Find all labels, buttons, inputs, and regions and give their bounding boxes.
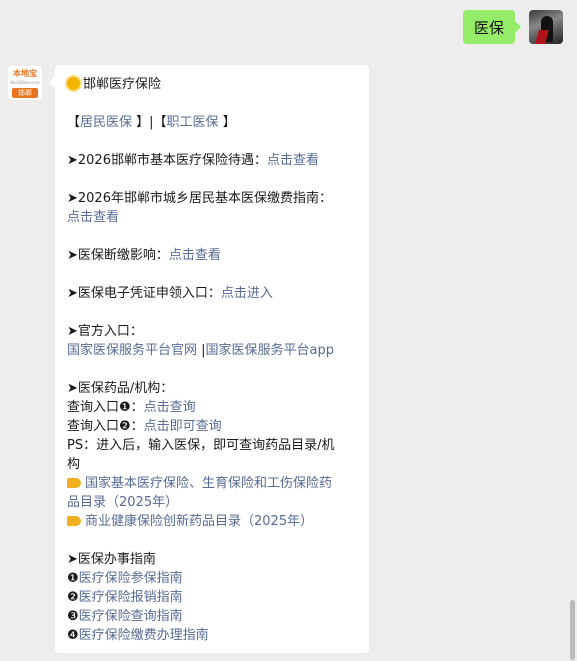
number-badge: ❸	[67, 609, 79, 624]
bracket-text: 【	[67, 115, 81, 130]
section-lapse-impact: ➤医保断缴影响：点击查看	[67, 246, 357, 265]
number-badge: ❹	[67, 628, 79, 643]
query-label: 查询入口❶：	[67, 400, 144, 415]
query-label: 查询入口❷：	[67, 419, 144, 434]
number-badge: ❷	[67, 590, 79, 605]
employee-insurance-link[interactable]: 职工医保	[167, 115, 219, 130]
official-website-link[interactable]: 国家医保服务平台官网	[67, 343, 197, 358]
outgoing-message-bubble[interactable]: 医保	[463, 10, 521, 44]
user-avatar[interactable]	[529, 10, 563, 44]
inquiry-guide-link[interactable]: 医疗保险查询指南	[79, 609, 183, 624]
message-title: 邯郸医疗保险	[83, 77, 162, 92]
official-app-link[interactable]: 国家医保服务平台app	[206, 343, 334, 358]
national-drug-list-link-cont[interactable]: 品目录（2025年）	[67, 495, 178, 510]
ps-note-cont: 构	[67, 457, 81, 472]
avatar-city-badge: 邯郸	[12, 88, 38, 98]
commercial-drug-list-link[interactable]: 商业健康保险创新药品目录（2025年）	[85, 514, 313, 529]
insurance-type-row: 【居民医保 】|【职工医保 】	[67, 113, 357, 132]
message-title-row: 邯郸医疗保险	[67, 75, 357, 94]
section-service-guide: ➤医保办事指南	[67, 550, 357, 569]
official-account-avatar[interactable]: 本地宝 BenDiBao.com 邯郸	[8, 66, 42, 100]
section-label: ➤医保电子凭证申领入口：	[67, 286, 221, 301]
number-badge: ❶	[67, 571, 79, 586]
section-payment-guide: ➤2026年邯郸市城乡居民基本医保缴费指南：	[67, 189, 357, 208]
section-label: ➤医保断缴影响：	[67, 248, 169, 263]
avatar-logo-text: 本地宝	[13, 69, 37, 78]
enrollment-guide-link[interactable]: 医疗保险参保指南	[79, 571, 183, 586]
pointing-hand-icon	[67, 516, 81, 526]
sun-icon	[67, 77, 80, 90]
reimbursement-guide-link[interactable]: 医疗保险报销指南	[79, 590, 183, 605]
outgoing-message-text: 医保	[473, 18, 504, 37]
payment-process-guide-link[interactable]: 医疗保险缴费办理指南	[79, 628, 209, 643]
benefits-link[interactable]: 点击查看	[267, 153, 319, 168]
section-e-voucher: ➤医保电子凭证申领入口：点击进入	[67, 284, 357, 303]
resident-insurance-link[interactable]: 居民医保	[80, 115, 132, 130]
section-label: ➤2026年邯郸市城乡居民基本医保缴费指南：	[67, 191, 332, 206]
scrollbar[interactable]	[570, 600, 575, 660]
section-label: ➤2026邯郸市基本医疗保险待遇：	[67, 153, 267, 168]
query-entry-1-link[interactable]: 点击查询	[144, 400, 196, 415]
e-voucher-link[interactable]: 点击进入	[221, 286, 273, 301]
national-drug-list-link[interactable]: 国家基本医疗保险、生育保险和工伤保险药	[85, 476, 332, 491]
separator-text: |	[197, 343, 206, 358]
section-label: ➤医保办事指南	[67, 552, 156, 567]
bracket-text: 】|【	[132, 115, 167, 130]
pointing-hand-icon	[67, 478, 81, 488]
section-official-entry: ➤官方入口：	[67, 322, 357, 341]
section-label: ➤医保药品/机构：	[67, 381, 174, 396]
incoming-message-bubble: 邯郸医疗保险 【居民医保 】|【职工医保 】 ➤2026邯郸市基本医疗保险待遇：…	[49, 65, 369, 653]
avatar-logo-url: BenDiBao.com	[10, 80, 40, 85]
query-entry-2-link[interactable]: 点击即可查询	[144, 419, 222, 434]
section-drugs-institutions: ➤医保药品/机构：	[67, 379, 357, 398]
section-benefits: ➤2026邯郸市基本医疗保险待遇：点击查看	[67, 151, 357, 170]
ps-note: PS：进入后，输入医保，即可查询药品目录/机	[67, 438, 335, 453]
lapse-impact-link[interactable]: 点击查看	[169, 248, 221, 263]
bracket-text: 】	[218, 115, 236, 130]
section-label: ➤官方入口：	[67, 324, 143, 339]
payment-guide-link[interactable]: 点击查看	[67, 210, 119, 225]
